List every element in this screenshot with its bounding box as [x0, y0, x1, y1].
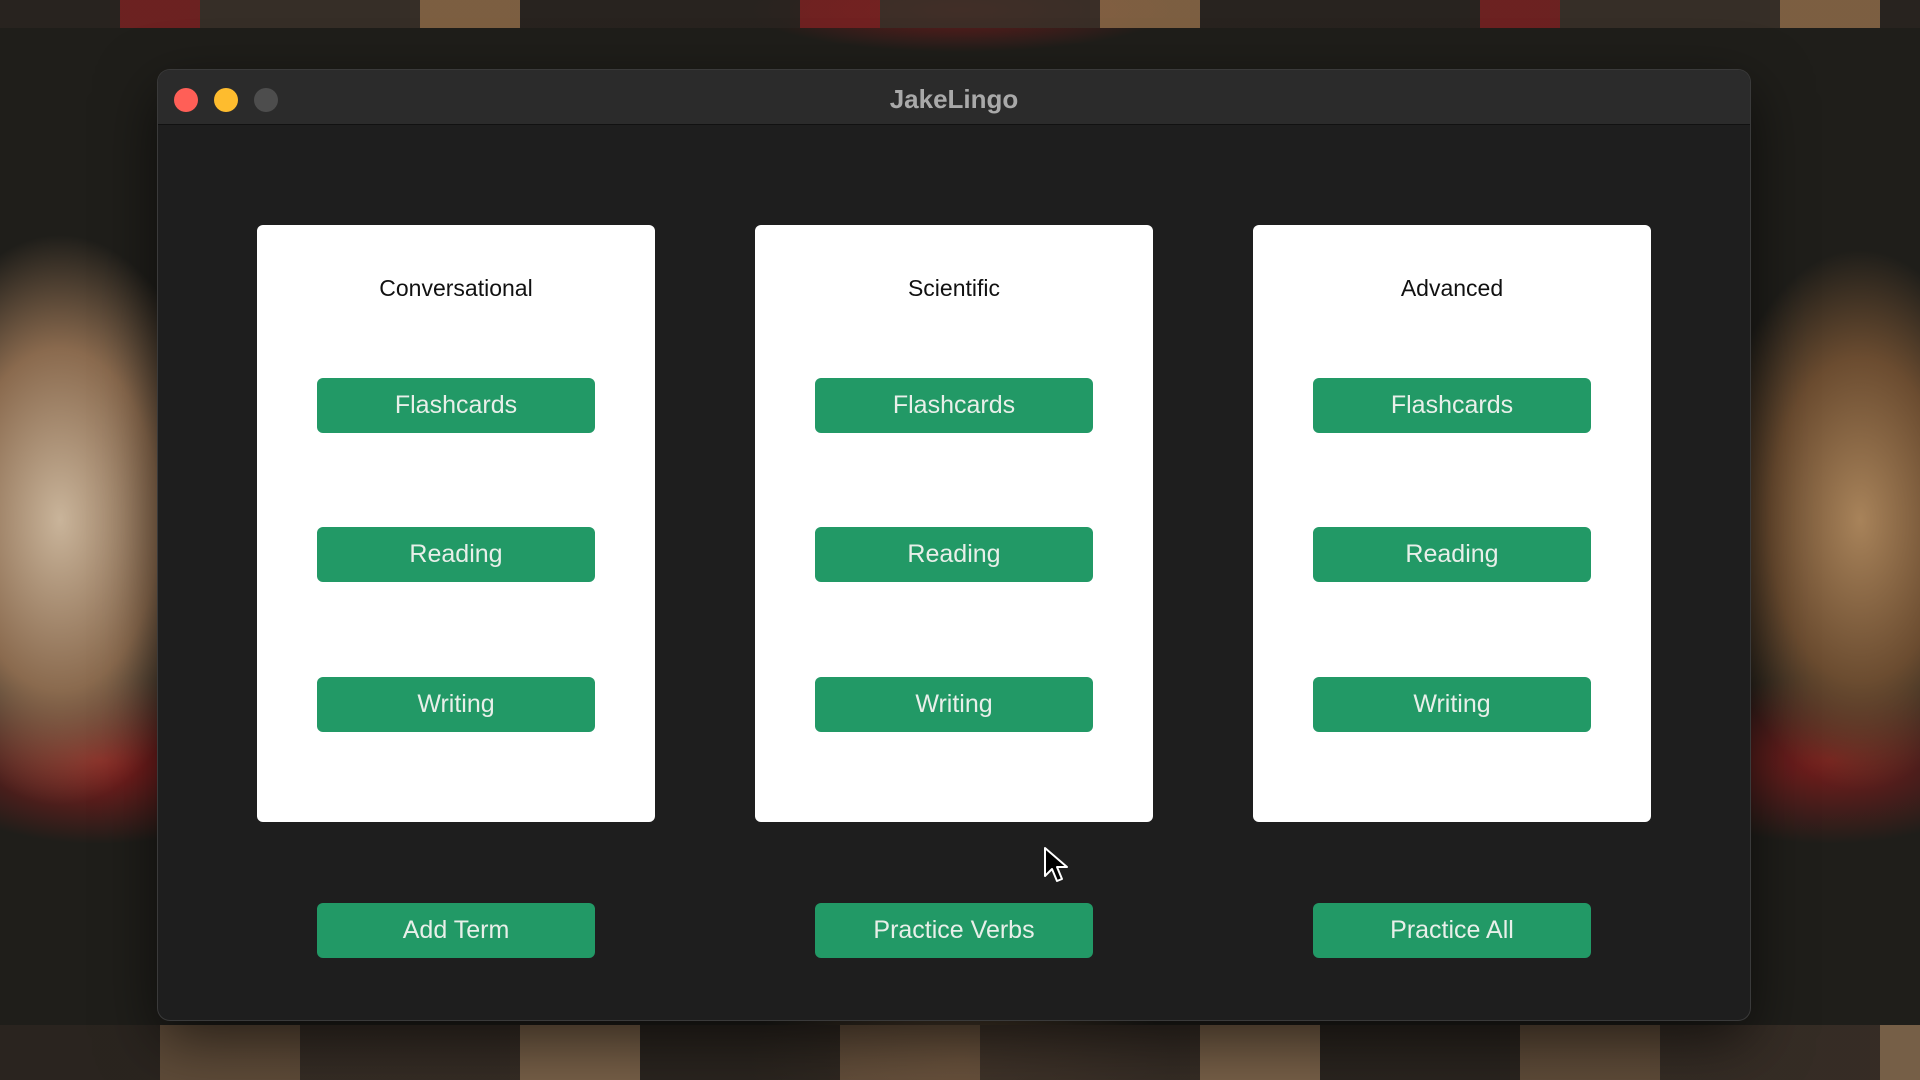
advanced-reading-button[interactable]: Reading — [1313, 527, 1591, 582]
app-window: JakeLingo Conversational Flashcards Read… — [158, 70, 1750, 1020]
conversational-flashcards-button[interactable]: Flashcards — [317, 378, 595, 433]
advanced-writing-button[interactable]: Writing — [1313, 677, 1591, 732]
scientific-flashcards-button[interactable]: Flashcards — [815, 378, 1093, 433]
card-title-scientific: Scientific — [907, 275, 1001, 301]
window-title: JakeLingo — [889, 84, 1019, 114]
practice-verbs-button[interactable]: Practice Verbs — [815, 903, 1093, 958]
scientific-writing-button[interactable]: Writing — [815, 677, 1093, 732]
card-title-advanced: Advanced — [1400, 275, 1504, 301]
mouse-cursor-icon — [1044, 847, 1068, 882]
conversational-writing-button[interactable]: Writing — [317, 677, 595, 732]
add-term-button[interactable]: Add Term — [317, 903, 595, 958]
conversational-reading-button[interactable]: Reading — [317, 527, 595, 582]
card-conversational: Conversational Flashcards Reading Writin… — [257, 225, 655, 822]
card-title-conversational: Conversational — [379, 275, 533, 301]
desktop-wallpaper-bottom — [0, 1025, 1920, 1080]
scientific-reading-button[interactable]: Reading — [815, 527, 1093, 582]
practice-all-button[interactable]: Practice All — [1313, 903, 1591, 958]
desktop-wallpaper-top — [0, 0, 1920, 28]
card-scientific: Scientific Flashcards Reading Writing — [755, 225, 1153, 822]
advanced-flashcards-button[interactable]: Flashcards — [1313, 378, 1591, 433]
title-bar[interactable]: JakeLingo — [158, 70, 1750, 125]
card-advanced: Advanced Flashcards Reading Writing — [1253, 225, 1651, 822]
